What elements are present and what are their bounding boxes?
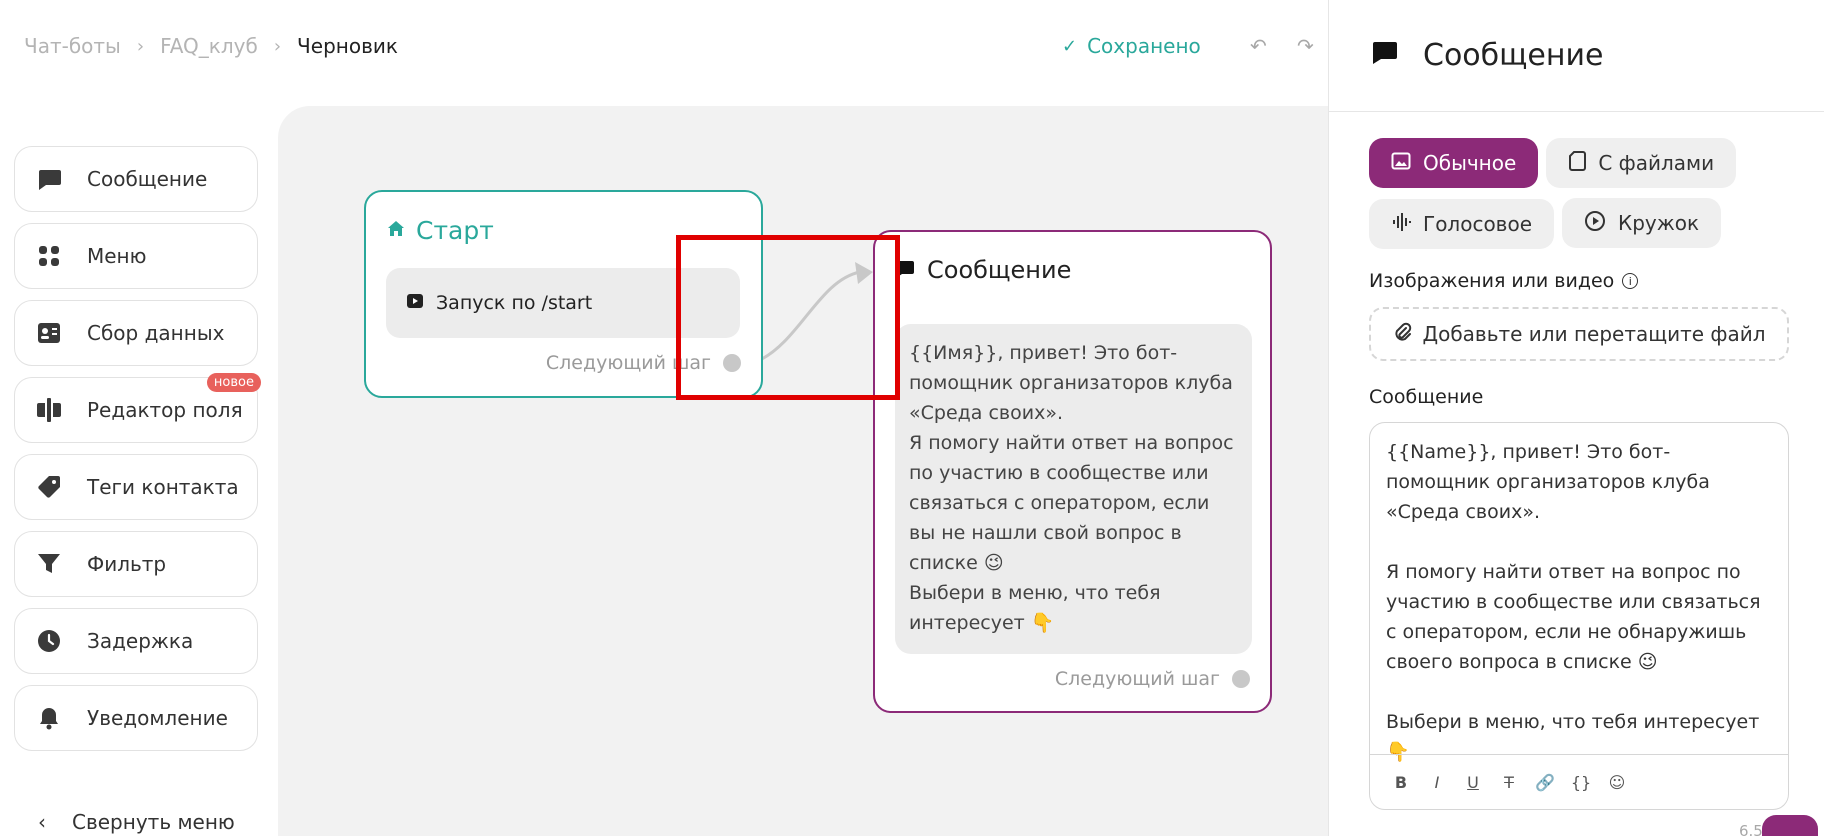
tag-icon xyxy=(35,473,63,501)
sidebar-item-data-collection[interactable]: Сбор данных xyxy=(14,300,258,366)
message-icon xyxy=(35,165,63,193)
sidebar-item-label: Теги контакта xyxy=(87,475,239,499)
italic-icon[interactable]: I xyxy=(1426,773,1448,792)
emoji-icon[interactable]: ☺ xyxy=(1606,773,1628,792)
link-icon[interactable]: 🔗 xyxy=(1534,773,1556,792)
underline-icon[interactable]: U xyxy=(1462,773,1484,792)
message-type-selector: Обычное С файлами Голосовое Кружок xyxy=(1369,138,1809,259)
media-label: Изображения или видео i xyxy=(1369,270,1639,292)
sidebar-item-message[interactable]: Сообщение xyxy=(14,146,258,212)
message-label: Сообщение xyxy=(1369,386,1484,408)
chevron-left-icon: ‹ xyxy=(38,810,46,834)
format-toolbar: B I U T 🔗 {} ☺ xyxy=(1370,754,1788,809)
variable-icon[interactable]: {} xyxy=(1570,773,1592,792)
message-preview: {{Имя}}, привет! Это бот-помощник органи… xyxy=(895,324,1252,654)
connector-port[interactable] xyxy=(1232,670,1250,688)
start-trigger-label: Запуск по /start xyxy=(436,292,593,314)
type-label: Голосовое xyxy=(1423,212,1533,236)
sidebar-item-delay[interactable]: Задержка xyxy=(14,608,258,674)
type-regular-button[interactable]: Обычное xyxy=(1369,138,1539,188)
contact-card-icon xyxy=(35,319,63,347)
type-label: Обычное xyxy=(1423,151,1517,175)
sidebar-item-label: Меню xyxy=(87,244,147,268)
sidebar-item-label: Сообщение xyxy=(87,167,208,191)
sidebar-item-label: Фильтр xyxy=(87,552,167,576)
start-node-title: Старт xyxy=(386,216,494,245)
block-palette: Сообщение Меню Сбор данных Редактор поля… xyxy=(14,146,261,762)
message-settings-panel: Сообщение Обычное С файлами Голосовое Кр… xyxy=(1328,0,1824,836)
strikethrough-icon[interactable]: T xyxy=(1498,773,1520,792)
sidebar-item-label: Задержка xyxy=(87,629,194,653)
dropzone-label: Добавьте или перетащите файл xyxy=(1422,322,1766,346)
message-node-label: Сообщение xyxy=(927,256,1072,284)
sidebar-item-label: Редактор поля xyxy=(87,398,243,422)
menu-grid-icon xyxy=(35,242,63,270)
new-badge: новое xyxy=(206,373,261,392)
collapse-menu-label: Свернуть меню xyxy=(72,810,235,834)
type-label: Кружок xyxy=(1618,211,1700,235)
info-icon[interactable]: i xyxy=(1622,273,1639,289)
voice-wave-icon xyxy=(1391,212,1411,237)
clock-icon xyxy=(35,627,63,655)
bell-icon xyxy=(35,704,63,732)
sidebar-item-menu[interactable]: Меню xyxy=(14,223,258,289)
sidebar-item-contact-tags[interactable]: Теги контакта xyxy=(14,454,258,520)
chat-support-button[interactable] xyxy=(1762,815,1818,836)
image-icon xyxy=(1391,151,1411,176)
file-dropzone[interactable]: Добавьте или перетащите файл xyxy=(1369,307,1789,361)
message-next-step[interactable]: Следующий шаг xyxy=(1055,668,1250,690)
selection-highlight xyxy=(676,235,900,400)
next-step-label: Следующий шаг xyxy=(1054,668,1220,690)
media-label-text: Изображения или видео xyxy=(1369,270,1615,292)
paperclip-icon xyxy=(1392,322,1412,347)
type-voice-button[interactable]: Голосовое xyxy=(1369,199,1555,249)
message-node-title: Сообщение xyxy=(895,256,1071,284)
start-node-label: Старт xyxy=(416,216,494,245)
message-node[interactable]: Сообщение {{Имя}}, привет! Это бот-помощ… xyxy=(873,230,1272,713)
message-textarea[interactable]: {{Name}}, привет! Это бот-помощник орган… xyxy=(1370,423,1788,763)
type-files-button[interactable]: С файлами xyxy=(1546,138,1737,188)
sidebar-item-label: Сбор данных xyxy=(87,321,225,345)
collapse-menu-button[interactable]: ‹ Свернуть меню xyxy=(38,810,235,834)
character-counter: 6.5 xyxy=(1739,822,1763,836)
sidebar-item-label: Уведомление xyxy=(87,706,228,730)
bold-icon[interactable]: B xyxy=(1390,773,1412,792)
message-editor[interactable]: {{Name}}, привет! Это бот-помощник орган… xyxy=(1369,422,1789,810)
play-icon xyxy=(406,292,424,315)
play-circle-icon xyxy=(1584,210,1606,237)
filter-icon xyxy=(35,550,63,578)
panel-header: Сообщение xyxy=(1329,0,1824,112)
sidebar-item-field-editor[interactable]: Редактор поля новое xyxy=(14,373,261,443)
sidebar-item-notification[interactable]: Уведомление xyxy=(14,685,258,751)
panel-title: Сообщение xyxy=(1423,38,1604,73)
file-icon xyxy=(1568,150,1587,176)
home-icon xyxy=(386,216,406,245)
type-label: С файлами xyxy=(1598,151,1715,175)
message-icon xyxy=(1371,38,1399,74)
sidebar-item-filter[interactable]: Фильтр xyxy=(14,531,258,597)
type-circle-button[interactable]: Кружок xyxy=(1562,198,1722,248)
field-editor-icon xyxy=(35,396,63,424)
